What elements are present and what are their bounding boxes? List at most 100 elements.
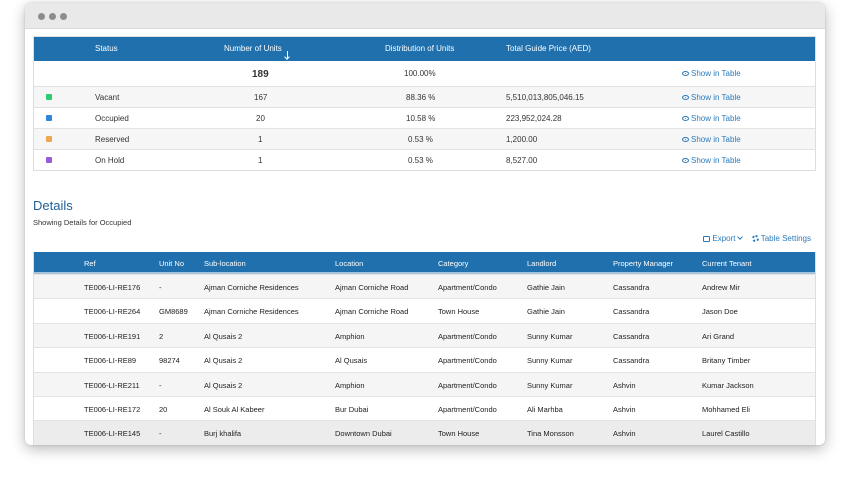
window-titlebar bbox=[25, 3, 825, 29]
show-in-table-link[interactable]: Show in Table bbox=[682, 135, 741, 144]
show-in-table-link[interactable]: Show in Table bbox=[682, 114, 741, 123]
cell-sub-location: Ajman Corniche Residences bbox=[204, 283, 299, 292]
cell-sub-location: Al Qusais 2 bbox=[204, 356, 243, 366]
cell-ref: TE006-LI-RE89 bbox=[84, 356, 137, 366]
cell-landlord: Ali Marhba bbox=[527, 404, 563, 414]
unit-count: 1 bbox=[258, 156, 263, 165]
cell-category: Apartment/Condo bbox=[438, 404, 497, 414]
window-dot-icon bbox=[60, 13, 67, 20]
show-in-table-label: Show in Table bbox=[691, 135, 741, 144]
col-header-category[interactable]: Category bbox=[438, 259, 468, 268]
cell-category: Town House bbox=[438, 429, 480, 439]
unit-count: 167 bbox=[254, 93, 268, 102]
window-dot-icon bbox=[49, 13, 56, 20]
status-label: Reserved bbox=[95, 135, 130, 144]
cell-ref: TE006-LI-RE145 bbox=[84, 429, 141, 439]
guide-price-value: 5,510,013,805,046.15 bbox=[506, 93, 584, 102]
cell-location: Ajman Corniche Road bbox=[335, 283, 409, 292]
show-in-table-link[interactable]: Show in Table bbox=[682, 69, 741, 78]
status-summary-table: Status Number of Units Distribution of U… bbox=[33, 36, 816, 171]
cell-category: Town House bbox=[438, 307, 480, 317]
col-header-unit-no[interactable]: Unit No bbox=[159, 259, 184, 268]
distribution-value: 88.36 % bbox=[406, 93, 436, 102]
cell-unit-no: 98274 bbox=[159, 356, 180, 366]
status-color-swatch bbox=[46, 94, 52, 100]
table-row[interactable]: TE006-LI-RE176 - Ajman Corniche Residenc… bbox=[34, 274, 815, 299]
cell-landlord: Sunny Kumar bbox=[527, 356, 573, 366]
distribution-value: 0.53 % bbox=[408, 156, 433, 165]
cell-unit-no: - bbox=[159, 380, 162, 390]
header-units-label: Number of Units bbox=[224, 44, 282, 53]
summary-row-reserved: Reserved 1 0.53 % 1,200.00 Show in Table bbox=[34, 128, 815, 149]
show-in-table-label: Show in Table bbox=[691, 93, 741, 102]
cell-ref: TE006-LI-RE211 bbox=[84, 380, 140, 390]
table-row[interactable]: TE006-LI-RE264 GM8689 Ajman Corniche Res… bbox=[34, 298, 815, 323]
table-row[interactable]: TE006-LI-RE172 20 Al Souk Al Kabeer Bur … bbox=[34, 395, 815, 421]
cell-unit-no: - bbox=[159, 283, 162, 292]
table-settings-button[interactable]: Table Settings bbox=[751, 234, 811, 243]
eye-icon bbox=[682, 116, 689, 121]
table-row[interactable]: TE006-LI-RE145 - Burj khalifa Downtown D… bbox=[34, 420, 815, 445]
cell-unit-no: GM8689 bbox=[159, 307, 188, 317]
unit-count: 1 bbox=[258, 135, 263, 144]
table-row[interactable]: TE006-LI-RE191 2 Al Qusais 2 Amphion Apa… bbox=[34, 322, 815, 348]
col-header-current-tenant[interactable]: Current Tenant bbox=[702, 259, 751, 268]
chevron-down-icon bbox=[736, 234, 743, 240]
cell-property-manager: Cassandra bbox=[613, 307, 650, 317]
show-in-table-link[interactable]: Show in Table bbox=[682, 156, 741, 165]
header-status[interactable]: Status bbox=[95, 44, 118, 53]
cell-ref: TE006-LI-RE264 bbox=[84, 307, 141, 317]
details-header-row: Ref Unit No Sub-location Location Catego… bbox=[34, 252, 815, 274]
header-number-of-units[interactable]: Number of Units bbox=[224, 44, 288, 59]
cell-property-manager: Ashvin bbox=[613, 429, 636, 439]
cell-category: Apartment/Condo bbox=[438, 356, 497, 366]
status-label: On Hold bbox=[95, 156, 125, 165]
distribution-value: 10.58 % bbox=[406, 114, 436, 123]
summary-row-occupied: Occupied 20 10.58 % 223,952,024.28 Show … bbox=[34, 107, 815, 128]
app-window: Status Number of Units Distribution of U… bbox=[25, 3, 825, 445]
status-color-swatch bbox=[46, 157, 52, 163]
export-button[interactable]: Export bbox=[703, 234, 743, 243]
status-color-swatch bbox=[46, 115, 52, 121]
guide-price-value: 1,200.00 bbox=[506, 135, 538, 144]
details-title: Details bbox=[33, 198, 73, 213]
main-content: Status Number of Units Distribution of U… bbox=[33, 36, 816, 445]
cell-sub-location: Burj khalifa bbox=[204, 429, 242, 439]
header-total-guide-price[interactable]: Total Guide Price (AED) bbox=[506, 44, 591, 53]
export-icon bbox=[703, 236, 711, 242]
cell-current-tenant: Kumar Jackson bbox=[702, 380, 754, 390]
show-in-table-link[interactable]: Show in Table bbox=[682, 93, 741, 102]
cell-unit-no: 2 bbox=[159, 331, 164, 341]
col-header-ref[interactable]: Ref bbox=[84, 259, 96, 268]
total-distribution: 100.00% bbox=[404, 69, 436, 78]
table-row[interactable]: TE006-LI-RE89 98274 Al Qusais 2 Al Qusai… bbox=[34, 347, 815, 372]
summary-row-on-hold: On Hold 1 0.53 % 8,527.00 Show in Table bbox=[34, 149, 815, 170]
col-header-sub-location[interactable]: Sub-location bbox=[204, 259, 246, 268]
header-distribution[interactable]: Distribution of Units bbox=[385, 44, 454, 53]
cell-landlord: Sunny Kumar bbox=[527, 380, 573, 390]
col-header-property-manager[interactable]: Property Manager bbox=[613, 259, 673, 268]
col-header-location[interactable]: Location bbox=[335, 259, 363, 268]
cell-landlord: Gathie Jain bbox=[527, 307, 565, 317]
cell-ref: TE006-LI-RE176 bbox=[84, 283, 141, 292]
window-dot-icon bbox=[38, 13, 45, 20]
cell-ref: TE006-LI-RE172 bbox=[84, 404, 141, 414]
cell-current-tenant: Andrew Mir bbox=[702, 283, 740, 292]
cell-property-manager: Cassandra bbox=[613, 283, 650, 292]
cell-current-tenant: Jason Doe bbox=[702, 307, 738, 317]
cell-location: Bur Dubai bbox=[335, 404, 369, 414]
cell-current-tenant: Ari Grand bbox=[702, 331, 735, 341]
col-header-landlord[interactable]: Landlord bbox=[527, 259, 556, 268]
cell-location: Amphion bbox=[335, 331, 365, 341]
unit-count: 20 bbox=[256, 114, 265, 123]
summary-total-row: 189 100.00% Show in Table bbox=[34, 61, 815, 86]
guide-price-value: 223,952,024.28 bbox=[506, 114, 562, 123]
show-in-table-label: Show in Table bbox=[691, 156, 741, 165]
details-toolbar: Export Table Settings bbox=[695, 234, 811, 243]
eye-icon bbox=[682, 137, 689, 142]
table-row[interactable]: TE006-LI-RE211 - Al Qusais 2 Amphion Apa… bbox=[34, 371, 815, 396]
cell-location: Amphion bbox=[335, 380, 365, 390]
gear-icon bbox=[751, 235, 759, 242]
cell-current-tenant: Mohhamed Eli bbox=[702, 404, 750, 414]
cell-location: Downtown Dubai bbox=[335, 429, 392, 439]
